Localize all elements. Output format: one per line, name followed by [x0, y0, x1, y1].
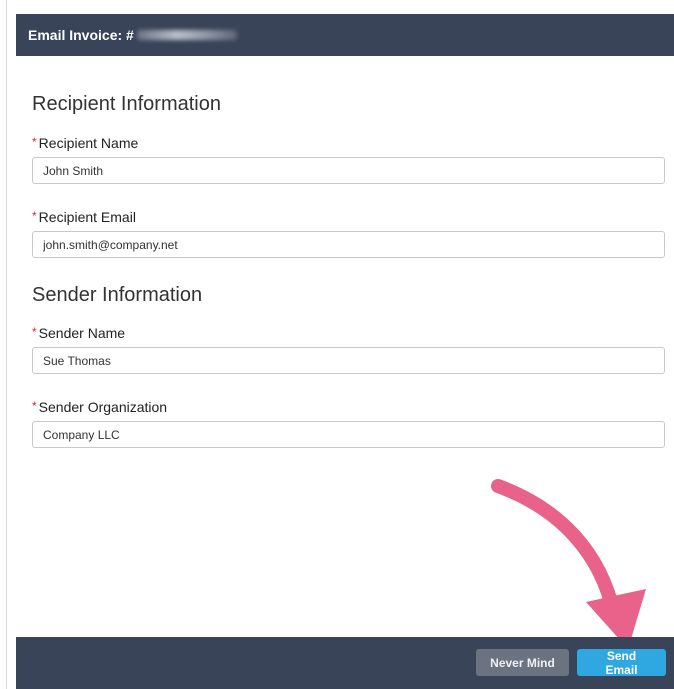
never-mind-button[interactable]: Never Mind	[476, 649, 569, 676]
dialog-title: Email Invoice: #	[28, 27, 134, 43]
sender-name-input[interactable]	[32, 347, 665, 374]
sender-organization-label: * Sender Organization	[32, 399, 167, 415]
redacted-invoice-number	[136, 30, 237, 40]
dialog-header: Email Invoice: #	[16, 14, 674, 56]
recipient-email-input[interactable]	[32, 231, 665, 258]
required-marker: *	[32, 399, 37, 413]
required-marker: *	[32, 209, 37, 223]
recipient-name-input[interactable]	[32, 157, 665, 184]
email-invoice-dialog: Email Invoice: # Recipient Information *…	[16, 14, 674, 689]
recipient-name-label: * Recipient Name	[32, 135, 138, 151]
recipient-name-label-text: Recipient Name	[38, 135, 139, 151]
send-email-button[interactable]: Send Email	[577, 649, 666, 677]
recipient-email-label-text: Recipient Email	[38, 209, 136, 225]
required-marker: *	[32, 325, 37, 339]
sender-organization-label-text: Sender Organization	[38, 399, 168, 415]
sender-organization-input[interactable]	[32, 421, 665, 448]
sender-name-label-text: Sender Name	[38, 325, 126, 341]
left-border	[6, 0, 7, 689]
recipient-section-title: Recipient Information	[32, 93, 221, 115]
sender-name-label: * Sender Name	[32, 325, 125, 341]
required-marker: *	[32, 135, 37, 149]
sender-section-title: Sender Information	[32, 284, 203, 306]
curved-arrow-icon	[491, 479, 646, 649]
dialog-footer: Never Mind Send Email	[16, 637, 674, 689]
recipient-email-label: * Recipient Email	[32, 209, 136, 225]
